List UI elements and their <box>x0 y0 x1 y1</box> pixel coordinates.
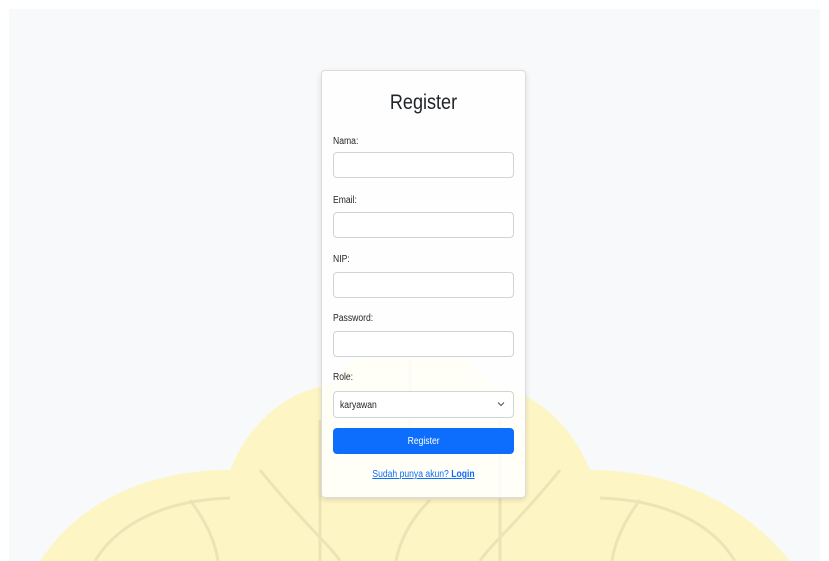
email-input[interactable] <box>333 212 514 238</box>
role-select-value: karyawan <box>340 400 377 411</box>
password-input[interactable] <box>333 331 514 357</box>
nip-label: NIP: <box>333 254 350 265</box>
role-label: Role: <box>333 372 354 383</box>
login-prompt-text: Sudah punya akun? <box>372 469 449 480</box>
chevron-down-icon <box>497 402 505 407</box>
login-link-label: Login <box>451 469 475 480</box>
page-title: Register <box>389 91 458 114</box>
password-label: Password: <box>333 313 374 324</box>
register-button[interactable]: Register <box>333 428 514 454</box>
email-label: Email: <box>333 195 357 206</box>
name-input[interactable] <box>333 152 514 178</box>
login-link[interactable]: Sudah punya akun? Login <box>372 469 474 480</box>
register-button-label: Register <box>407 435 440 447</box>
register-card: Register Nama: Email: NIP: Password: Rol… <box>321 70 526 498</box>
role-select[interactable]: karyawan <box>333 391 514 418</box>
login-prompt: Sudah punya akun? Login <box>322 469 525 480</box>
nip-input[interactable] <box>333 272 514 298</box>
name-label: Nama: <box>333 136 359 147</box>
